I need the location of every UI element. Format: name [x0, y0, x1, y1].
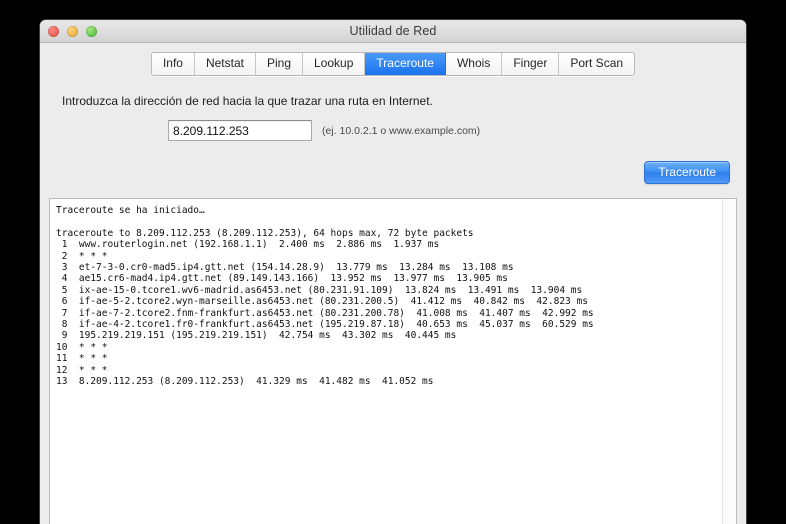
- tab-finger[interactable]: Finger: [502, 53, 560, 75]
- minimize-window-button[interactable]: [67, 25, 78, 37]
- tab-netstat[interactable]: Netstat: [194, 53, 256, 75]
- traceroute-button[interactable]: Traceroute: [644, 161, 730, 184]
- output-scrollbar[interactable]: [722, 199, 736, 524]
- address-row: (ej. 10.0.2.1 o www.example.com): [40, 120, 746, 141]
- tab-info[interactable]: Info: [151, 53, 195, 75]
- address-hint: (ej. 10.0.2.1 o www.example.com): [322, 124, 481, 137]
- traceroute-output: Traceroute se ha iniciado… traceroute to…: [56, 205, 594, 388]
- close-window-button[interactable]: [48, 25, 59, 37]
- window-controls: [48, 20, 97, 42]
- tab-port-scan[interactable]: Port Scan: [559, 53, 635, 75]
- network-utility-window: Utilidad de Red Info Netstat Ping Lookup…: [40, 20, 746, 524]
- action-row: Traceroute: [40, 161, 746, 184]
- maximize-window-button[interactable]: [86, 25, 97, 37]
- tab-ping[interactable]: Ping: [255, 53, 304, 75]
- output-panel: Traceroute se ha iniciado… traceroute to…: [49, 198, 737, 524]
- window-titlebar: Utilidad de Red: [40, 20, 746, 43]
- tab-group: Info Netstat Ping Lookup Traceroute Whoi…: [150, 52, 636, 76]
- tabbar: Info Netstat Ping Lookup Traceroute Whoi…: [40, 52, 746, 76]
- tab-whois[interactable]: Whois: [445, 53, 503, 75]
- instruction-text: Introduzca la dirección de red hacia la …: [62, 94, 433, 108]
- address-input[interactable]: [168, 120, 312, 141]
- toolbar-area: Info Netstat Ping Lookup Traceroute Whoi…: [40, 43, 746, 184]
- tab-lookup[interactable]: Lookup: [303, 53, 366, 75]
- window-title: Utilidad de Red: [349, 24, 437, 38]
- tab-traceroute[interactable]: Traceroute: [365, 53, 446, 75]
